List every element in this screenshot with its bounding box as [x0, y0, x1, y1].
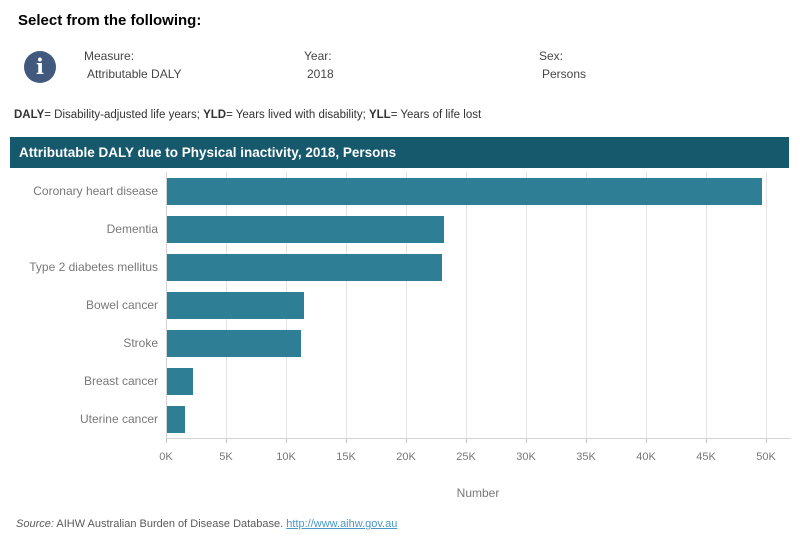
tick-label: 35K: [566, 451, 606, 463]
gridline: [526, 172, 527, 438]
measure-filter-control[interactable]: Measure: Attributable DALY: [84, 49, 182, 81]
year-filter-value: 2018: [304, 67, 334, 81]
note-part: = Years of life lost: [391, 109, 481, 121]
tick-mark: [346, 439, 347, 443]
note-part: DALY: [14, 109, 44, 121]
category-label: Bowel cancer: [0, 286, 158, 324]
tick-label: 0K: [146, 451, 186, 463]
measure-filter-value: Attributable DALY: [84, 67, 182, 81]
tick-mark: [646, 439, 647, 443]
source-line: Source: AIHW Australian Burden of Diseas…: [16, 518, 397, 530]
sex-filter-control[interactable]: Sex: Persons: [539, 49, 586, 81]
gridline: [346, 172, 347, 438]
tick-mark: [766, 439, 767, 443]
bar-dementia[interactable]: [167, 216, 444, 243]
tick-mark: [706, 439, 707, 443]
chart-title: Attributable DALY due to Physical inacti…: [10, 137, 789, 168]
note-part: = Years lived with disability;: [226, 109, 369, 121]
bar-coronary-heart-disease[interactable]: [167, 178, 762, 205]
dashboard: Select from the following: i Measure: At…: [0, 0, 800, 550]
sex-filter-value: Persons: [539, 67, 586, 81]
tick-mark: [406, 439, 407, 443]
category-label: Breast cancer: [0, 362, 158, 400]
gridline: [406, 172, 407, 438]
category-label: Coronary heart disease: [0, 172, 158, 210]
note-part: YLD: [203, 109, 226, 121]
tick-label: 20K: [386, 451, 426, 463]
tick-mark: [166, 439, 167, 443]
year-filter-label: Year:: [304, 49, 334, 63]
x-axis-line: [166, 438, 791, 439]
tick-label: 15K: [326, 451, 366, 463]
tick-mark: [586, 439, 587, 443]
tick-mark: [286, 439, 287, 443]
bar-stroke[interactable]: [167, 330, 301, 357]
category-label: Stroke: [0, 324, 158, 362]
tick-mark: [226, 439, 227, 443]
source-prefix: Source:: [16, 518, 54, 530]
category-label: Dementia: [0, 210, 158, 248]
sex-filter-label: Sex:: [539, 49, 586, 63]
tick-label: 45K: [686, 451, 726, 463]
abbreviation-note: DALY= Disability-adjusted life years; YL…: [14, 109, 481, 121]
source-link[interactable]: http://www.aihw.gov.au: [286, 518, 397, 530]
gridline: [646, 172, 647, 438]
tick-label: 10K: [266, 451, 306, 463]
tick-label: 25K: [446, 451, 486, 463]
gridline: [586, 172, 587, 438]
bar-uterine-cancer[interactable]: [167, 406, 185, 433]
gridline: [706, 172, 707, 438]
info-icon[interactable]: i: [24, 51, 56, 83]
source-text: AIHW Australian Burden of Disease Databa…: [54, 518, 286, 530]
bar-breast-cancer[interactable]: [167, 368, 193, 395]
bar-bowel-cancer[interactable]: [167, 292, 304, 319]
gridline: [766, 172, 767, 438]
note-part: = Disability-adjusted life years;: [44, 109, 203, 121]
tick-label: 5K: [206, 451, 246, 463]
category-label: Type 2 diabetes mellitus: [0, 248, 158, 286]
year-filter-control[interactable]: Year: 2018: [304, 49, 334, 81]
y-axis-category-labels: Coronary heart diseaseDementiaType 2 dia…: [0, 172, 158, 438]
measure-filter-label: Measure:: [84, 49, 182, 63]
tick-label: 50K: [746, 451, 786, 463]
gridline: [466, 172, 467, 438]
bar-type-2-diabetes-mellitus[interactable]: [167, 254, 442, 281]
bar-chart-plot-area: [166, 172, 790, 438]
x-axis-title: Number: [166, 486, 790, 500]
note-part: YLL: [369, 109, 391, 121]
tick-label: 40K: [626, 451, 666, 463]
tick-mark: [526, 439, 527, 443]
tick-mark: [466, 439, 467, 443]
category-label: Uterine cancer: [0, 400, 158, 438]
tick-label: 30K: [506, 451, 546, 463]
page-title: Select from the following:: [18, 12, 201, 29]
